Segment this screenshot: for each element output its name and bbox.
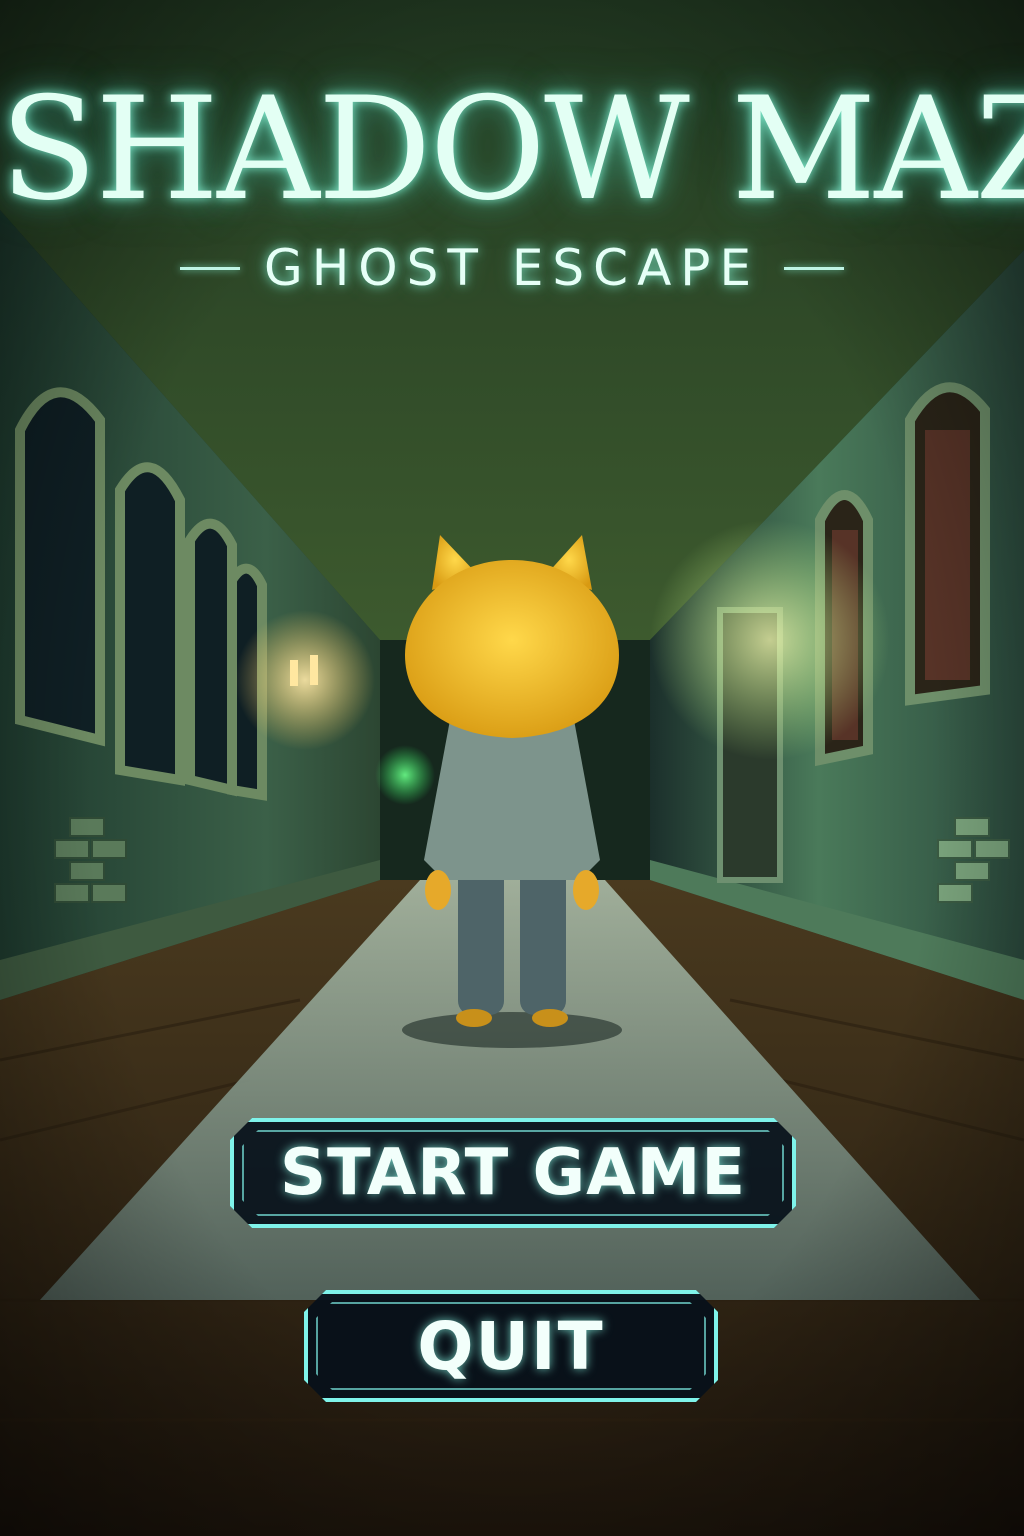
subtitle-row: GHOST ESCAPE <box>0 238 1024 298</box>
start-game-label: START GAME <box>279 1136 747 1210</box>
quit-label: QUIT <box>417 1307 605 1385</box>
start-game-button[interactable]: START GAME <box>230 1118 796 1228</box>
quit-button[interactable]: QUIT <box>304 1290 718 1402</box>
game-subtitle: GHOST ESCAPE <box>263 239 761 297</box>
game-title: SHADOW MAZE <box>0 67 1024 232</box>
title-screen: SHADOW MAZE GHOST ESCAPE START GAME QUIT <box>0 0 1024 1536</box>
subtitle-divider-right <box>784 266 845 270</box>
subtitle-divider-left <box>179 266 240 270</box>
